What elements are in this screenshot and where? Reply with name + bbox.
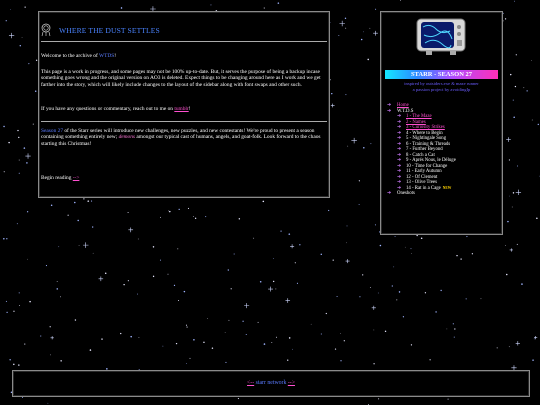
footer-panel: <-- starr network --> — [12, 370, 530, 397]
spiral-icon — [41, 23, 51, 37]
contact-line: If you have any questions or commentary,… — [41, 106, 191, 112]
begin-reading-line: Begin reading --> — [41, 175, 80, 181]
nav-label: 7 - Further Beyond — [406, 147, 443, 152]
webring-nav: <-- starr network --> — [13, 380, 529, 386]
site-title: WHERE THE DUST SETTLES — [59, 26, 160, 35]
arrow-icon: ➜ — [387, 108, 392, 114]
tv-icon — [416, 18, 466, 55]
wtds-link[interactable]: WTDS — [99, 53, 114, 59]
nav-label: W.T.D.S — [397, 108, 414, 114]
nav-label: 11 - Early Autumn — [406, 169, 442, 174]
nav-label: 6 - Training & Threads — [406, 141, 451, 147]
new-badge: NEW — [442, 185, 452, 190]
nav-label[interactable]: 2 - Names — [406, 120, 426, 125]
inspired-by-text: inspired by outsiders.exe & maze runner … — [404, 81, 479, 92]
nav-label: 12 - Of Clement — [406, 174, 438, 180]
nav-label: 13 - Olive Trees — [406, 180, 438, 185]
welcome-line: Welcome to the archive of WTDS! — [41, 53, 117, 59]
nav-label: Oneshots — [397, 191, 415, 196]
sidebar-panel: STARR - SEASON 27 inspired by outsiders.… — [380, 11, 503, 235]
section-divider — [41, 121, 327, 122]
header-divider — [41, 41, 327, 42]
nav-label[interactable]: Home — [397, 103, 409, 108]
begin-reading-link[interactable]: --> — [73, 175, 80, 181]
sidebar-item[interactable]: ➜ Oneshots — [387, 191, 456, 197]
nav-label: 4 - Where to Begin — [406, 130, 443, 136]
nav-label: 9 - Aprés Nous, le Déluge — [406, 158, 456, 163]
sidebar-nav: ➜ Home ➜ W.T.D.S ➜ 1 - The Maze ➜ 2 - Names ➜ 3 -… — [387, 103, 456, 197]
arrow-icon: ➜ — [387, 191, 392, 196]
season-paragraph: Season 27 of the Starr series will intro… — [41, 128, 321, 147]
intro-paragraph: This page is a work in progress, and som… — [41, 69, 321, 88]
main-content-panel: WHERE THE DUST SETTLES Welcome to the ar… — [38, 11, 330, 198]
nav-label: 14 - Rat in a Cage — [406, 185, 441, 191]
webring-label: starr network — [254, 380, 288, 386]
nav-label: 5 - Nightingale Song — [406, 136, 447, 141]
season-title-banner: STARR - SEASON 27 — [385, 70, 498, 79]
nav-label: 10 - Time for Change — [406, 163, 448, 169]
nav-label: 8 - Catch a Cat — [406, 152, 435, 158]
webring-next-link[interactable]: --> — [288, 380, 295, 386]
nav-label[interactable]: 1 - The Maze — [406, 114, 432, 119]
nav-label[interactable]: 3 - Curiosity Strikes — [406, 125, 445, 130]
tumblr-link[interactable]: tumblr — [174, 106, 188, 112]
